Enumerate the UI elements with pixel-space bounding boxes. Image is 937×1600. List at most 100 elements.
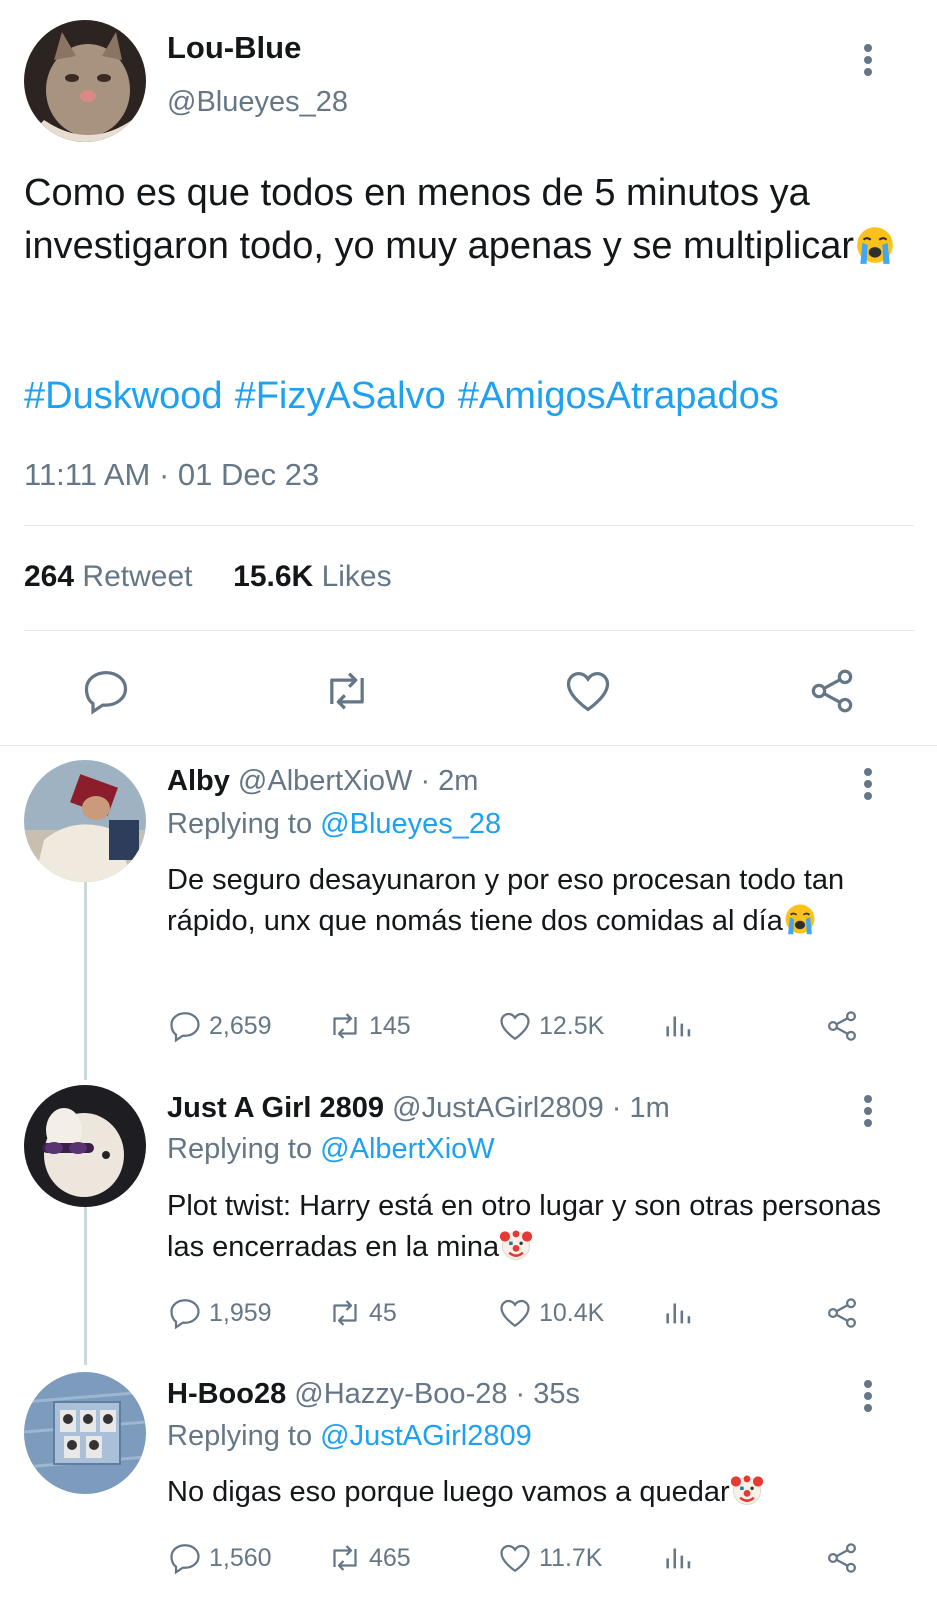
replying-label: Replying to <box>167 1420 313 1452</box>
share-button[interactable] <box>824 1008 860 1044</box>
share-icon <box>811 669 853 713</box>
reply-author-handle[interactable]: @JustAGirl2809 <box>392 1092 604 1124</box>
heart-icon <box>566 672 610 712</box>
reply-actions: 1,959 45 10.4K <box>167 1295 887 1335</box>
replying-to: Replying to @JustAGirl2809 <box>167 1420 532 1453</box>
divider <box>0 745 937 746</box>
reply-icon <box>84 670 128 715</box>
replying-to-link[interactable]: @Blueyes_28 <box>320 808 501 840</box>
clown-face-emoji <box>730 1473 764 1507</box>
retweet-icon <box>333 1013 357 1039</box>
reply-button[interactable] <box>80 665 132 717</box>
like-button[interactable]: 10.4K <box>497 1295 604 1331</box>
retweet-label[interactable]: Retweet <box>82 560 192 593</box>
more-icon[interactable] <box>864 1095 874 1131</box>
loudly-crying-face-emoji <box>854 224 896 266</box>
tweet-timestamp: 11:11 AM · 01 Dec 23 <box>24 457 320 492</box>
hashtag-duskwood[interactable]: #Duskwood <box>24 375 223 417</box>
reply-text: No digas eso porque luego vamos a quedar <box>167 1472 887 1513</box>
analytics-icon <box>666 1303 691 1324</box>
share-icon <box>827 1298 857 1328</box>
retweet-count: 45 <box>369 1298 397 1327</box>
clown-face-emoji <box>499 1228 533 1262</box>
author-name[interactable]: Lou-Blue <box>167 30 301 66</box>
reply-icon <box>170 1299 200 1330</box>
share-button[interactable] <box>824 1295 860 1331</box>
reply-button[interactable]: 2,659 <box>167 1008 272 1044</box>
hashtags: #Duskwood #FizyASalvo #AmigosAtrapados <box>24 375 791 418</box>
analytics-button[interactable] <box>662 1008 696 1042</box>
share-icon <box>827 1011 857 1041</box>
loudly-crying-face-emoji <box>783 902 817 936</box>
reply-author-name[interactable]: Just A Girl 2809 <box>167 1092 384 1124</box>
analytics-icon <box>666 1016 691 1037</box>
hashtag-amigosatrapados[interactable]: #AmigosAtrapados <box>458 375 779 417</box>
replying-to-link[interactable]: @JustAGirl2809 <box>320 1420 532 1452</box>
retweet-count: 465 <box>369 1543 411 1572</box>
heart-icon <box>500 1544 530 1573</box>
heart-icon <box>500 1299 530 1328</box>
analytics-icon <box>666 1548 691 1569</box>
like-button[interactable]: 11.7K <box>497 1540 602 1576</box>
retweet-count: 145 <box>369 1011 411 1040</box>
tweet-text: Como es que todos en menos de 5 minutos … <box>24 167 914 273</box>
author-handle[interactable]: @Blueyes_28 <box>167 86 348 119</box>
retweet-button[interactable] <box>321 665 373 717</box>
heart-icon <box>500 1012 530 1041</box>
divider <box>24 525 914 526</box>
retweet-button[interactable]: 45 <box>327 1295 397 1331</box>
more-icon[interactable] <box>864 1380 874 1416</box>
replying-label: Replying to <box>167 808 313 840</box>
reply-count: 1,959 <box>209 1298 272 1327</box>
reply-time: · 1m <box>611 1092 670 1124</box>
more-icon[interactable] <box>864 44 874 80</box>
reply-author-handle[interactable]: @AlbertXioW <box>238 765 412 797</box>
reply-button[interactable]: 1,560 <box>167 1540 272 1576</box>
reply-icon <box>170 1012 200 1043</box>
replying-label: Replying to <box>167 1133 313 1165</box>
more-icon[interactable] <box>864 768 874 804</box>
reply-actions: 2,659 145 12.5K <box>167 1008 887 1048</box>
reply-count: 2,659 <box>209 1011 272 1040</box>
share-button[interactable] <box>806 665 858 717</box>
reply-header: Just A Girl 2809 @JustAGirl2809 · 1m <box>167 1092 670 1125</box>
replying-to: Replying to @AlbertXioW <box>167 1133 495 1166</box>
reply-author-name[interactable]: Alby <box>167 765 230 797</box>
analytics-button[interactable] <box>662 1540 696 1574</box>
reply-header: Alby @AlbertXioW · 2m <box>167 765 478 798</box>
retweet-icon <box>330 672 364 710</box>
replying-to-link[interactable]: @AlbertXioW <box>320 1133 494 1165</box>
reply-icon <box>170 1544 200 1575</box>
reply-count: 1,560 <box>209 1543 272 1572</box>
reply-time: · 35s <box>515 1378 581 1410</box>
like-count: 11.7K <box>539 1543 603 1572</box>
share-button[interactable] <box>824 1540 860 1576</box>
analytics-button[interactable] <box>662 1295 696 1329</box>
likes-count[interactable]: 15.6K <box>233 560 313 593</box>
author-avatar[interactable] <box>24 20 146 142</box>
reply-text: De seguro desayunaron y por eso procesan… <box>167 864 845 937</box>
thread-line <box>84 880 87 1080</box>
like-button[interactable]: 12.5K <box>497 1008 604 1044</box>
thread-line <box>84 1205 87 1365</box>
like-count: 12.5K <box>539 1011 605 1040</box>
retweet-button[interactable]: 465 <box>327 1540 411 1576</box>
retweet-icon <box>333 1545 357 1571</box>
retweet-count[interactable]: 264 <box>24 560 74 593</box>
reply-button[interactable]: 1,959 <box>167 1295 272 1331</box>
tweet-stats: 264 Retweet 15.6K Likes <box>24 560 392 594</box>
reply-avatar[interactable] <box>24 760 146 882</box>
replying-to: Replying to @Blueyes_28 <box>167 808 501 841</box>
reply-author-handle[interactable]: @Hazzy-Boo-28 <box>294 1378 507 1410</box>
like-button[interactable] <box>562 665 614 717</box>
likes-label[interactable]: Likes <box>322 560 392 593</box>
reply-avatar[interactable] <box>24 1372 146 1494</box>
reply-avatar[interactable] <box>24 1085 146 1207</box>
hashtag-fizyasalvo[interactable]: #FizyASalvo <box>235 375 446 417</box>
reply-header: H-Boo28 @Hazzy-Boo-28 · 35s <box>167 1378 580 1411</box>
retweet-button[interactable]: 145 <box>327 1008 411 1044</box>
divider <box>24 630 914 631</box>
reply-author-name[interactable]: H-Boo28 <box>167 1378 286 1410</box>
reply-actions: 1,560 465 11.7K <box>167 1540 887 1580</box>
retweet-icon <box>333 1300 357 1326</box>
